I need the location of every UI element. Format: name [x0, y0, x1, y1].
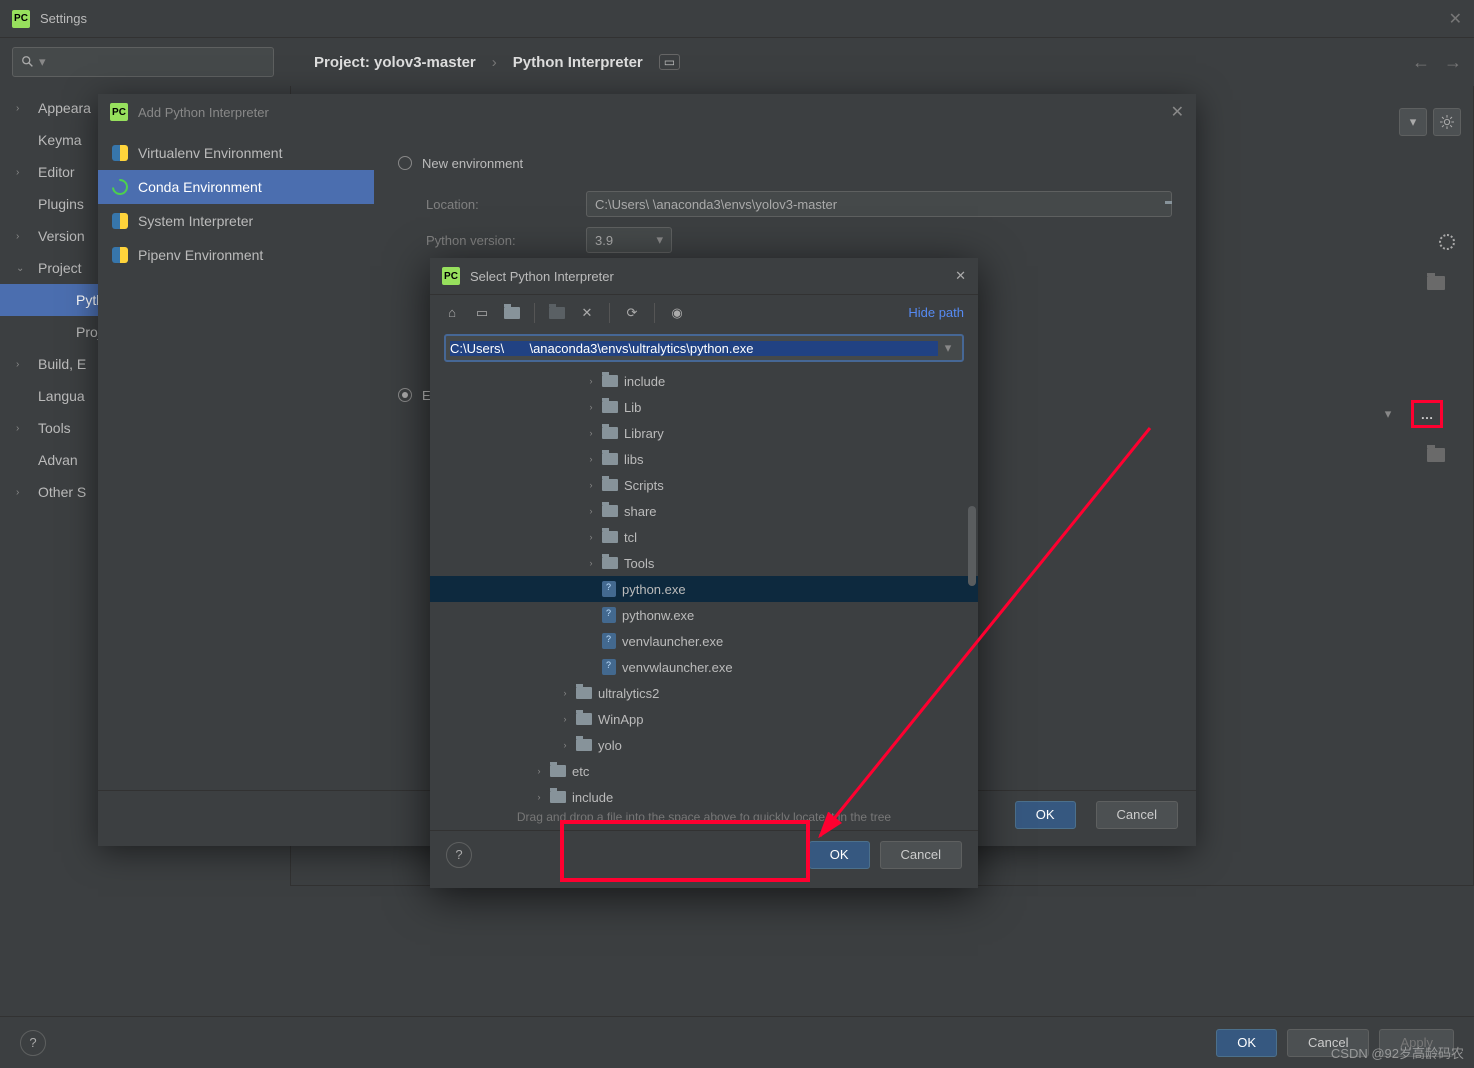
folder-item[interactable]: ›include [430, 368, 978, 394]
gear-icon[interactable] [1433, 108, 1461, 136]
folder-item[interactable]: ›WinApp [430, 706, 978, 732]
folder-item[interactable]: ›Library [430, 420, 978, 446]
interpreter-dropdown-caret-icon[interactable]: ▾ [1399, 108, 1427, 136]
search-icon [21, 55, 35, 69]
folder-item[interactable]: ›etc [430, 758, 978, 784]
scope-tag-icon: ▭ [659, 54, 680, 70]
settings-footer: ? OK Cancel Apply [0, 1016, 1474, 1068]
dialog-title: Add Python Interpreter [138, 105, 269, 120]
pycharm-icon: PC [110, 103, 128, 121]
location-label: Location: [426, 197, 586, 212]
close-icon[interactable]: ✕ [1449, 9, 1462, 29]
help-button[interactable]: ? [20, 1030, 46, 1056]
folder-item[interactable]: ›Scripts [430, 472, 978, 498]
home-icon[interactable]: ⌂ [444, 305, 460, 321]
show-hidden-icon[interactable]: ◉ [669, 305, 685, 321]
dropdown-caret-icon[interactable]: ▾ [1375, 400, 1401, 428]
ok-button[interactable]: OK [1015, 801, 1076, 829]
select-interpreter-dialog: PC Select Python Interpreter ✕ ⌂ ▭ ✕ ⟳ ◉… [430, 258, 978, 888]
pycharm-icon: PC [12, 10, 30, 28]
path-input[interactable]: ▾ [444, 334, 964, 362]
path-history-dropdown-icon[interactable]: ▾ [938, 340, 958, 356]
help-button[interactable]: ? [446, 842, 472, 868]
existing-env-radio[interactable] [398, 388, 412, 402]
folder-icon[interactable] [1427, 276, 1445, 290]
delete-icon[interactable]: ✕ [579, 305, 595, 321]
ok-button[interactable]: OK [1216, 1029, 1277, 1057]
project-root-icon[interactable] [504, 305, 520, 321]
settings-titlebar: PC Settings ✕ [0, 0, 1474, 38]
folder-item[interactable]: ›Tools [430, 550, 978, 576]
desktop-icon[interactable]: ▭ [474, 305, 490, 321]
file-item[interactable]: pythonw.exe [430, 602, 978, 628]
ok-button[interactable]: OK [809, 841, 870, 869]
pycharm-icon: PC [442, 267, 460, 285]
browse-button[interactable]: … [1411, 400, 1443, 428]
new-env-label: New environment [422, 156, 523, 171]
folder-item[interactable]: ›Lib [430, 394, 978, 420]
cancel-button[interactable]: Cancel [1096, 801, 1178, 829]
folder-icon[interactable] [1427, 448, 1445, 462]
loading-spinner-icon [1439, 234, 1455, 250]
dialog-title: Select Python Interpreter [470, 269, 614, 284]
path-text[interactable] [450, 341, 938, 356]
close-icon[interactable]: ✕ [955, 268, 966, 284]
nav-forward-icon[interactable]: → [1444, 52, 1462, 73]
pyver-label: Python version: [426, 233, 586, 248]
watermark: CSDN @92岁高龄码农 [1331, 1043, 1464, 1062]
file-tree[interactable]: ›include›Lib›Library›libs›Scripts›share›… [430, 366, 978, 808]
folder-item[interactable]: ›ultralytics2 [430, 680, 978, 706]
folder-item[interactable]: ›share [430, 498, 978, 524]
env-type-item[interactable]: Pipenv Environment [98, 238, 374, 272]
file-item[interactable]: python.exe [430, 576, 978, 602]
breadcrumb: Project: yolov3-master › Python Interpre… [314, 54, 680, 71]
search-input[interactable]: ▾ [12, 47, 274, 77]
env-type-item[interactable]: System Interpreter [98, 204, 374, 238]
location-field[interactable]: C:\Users\ \anaconda3\envs\yolov3-master [586, 191, 1172, 217]
window-title: Settings [40, 11, 87, 26]
new-env-radio[interactable] [398, 156, 412, 170]
folder-item[interactable]: ›include [430, 784, 978, 808]
file-item[interactable]: venvwlauncher.exe [430, 654, 978, 680]
hide-path-link[interactable]: Hide path [908, 305, 964, 320]
file-item[interactable]: venvlauncher.exe [430, 628, 978, 654]
file-toolbar: ⌂ ▭ ✕ ⟳ ◉ Hide path [430, 294, 978, 330]
scrollbar[interactable] [968, 506, 976, 586]
settings-topbar: ▾ Project: yolov3-master › Python Interp… [0, 38, 1474, 86]
pyver-dropdown[interactable]: 3.9 ▾ [586, 227, 672, 253]
drag-hint: Drag and drop a file into the space abov… [430, 808, 978, 830]
env-type-item[interactable]: Virtualenv Environment [98, 136, 374, 170]
folder-item[interactable]: ›libs [430, 446, 978, 472]
env-type-list[interactable]: Virtualenv EnvironmentConda EnvironmentS… [98, 130, 374, 790]
folder-item[interactable]: ›tcl [430, 524, 978, 550]
new-folder-icon[interactable] [549, 305, 565, 321]
nav-back-icon[interactable]: ← [1412, 52, 1430, 73]
env-type-item[interactable]: Conda Environment [98, 170, 374, 204]
close-icon[interactable]: ✕ [1171, 102, 1184, 122]
cancel-button[interactable]: Cancel [880, 841, 962, 869]
refresh-icon[interactable]: ⟳ [624, 305, 640, 321]
folder-item[interactable]: ›yolo [430, 732, 978, 758]
